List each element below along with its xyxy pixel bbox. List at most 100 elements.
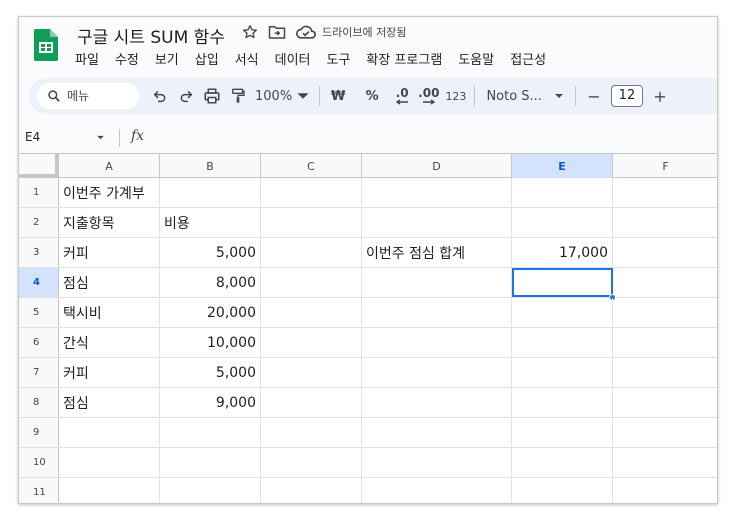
cell-c5[interactable]	[261, 298, 362, 327]
cell-e1[interactable]	[512, 178, 613, 207]
column-header-b[interactable]: B	[160, 154, 261, 178]
cell-d3[interactable]: 이번주 점심 합계	[362, 238, 512, 267]
cell-c8[interactable]	[261, 388, 362, 417]
column-header-e[interactable]: E	[512, 154, 613, 178]
column-header-c[interactable]: C	[261, 154, 362, 178]
cell-b11[interactable]	[160, 478, 261, 503]
increase-font-size-button[interactable]: +	[647, 83, 673, 109]
menu-data[interactable]: 데이터	[267, 51, 319, 71]
cell-e7[interactable]	[512, 358, 613, 387]
name-box[interactable]: E4	[25, 130, 40, 144]
cell-d10[interactable]	[362, 448, 512, 477]
currency-format-button[interactable]: ₩	[325, 83, 351, 109]
menu-accessibility[interactable]: 접근성	[502, 51, 554, 71]
cell-a1[interactable]: 이번주 가계부	[59, 178, 160, 207]
print-button[interactable]	[199, 83, 225, 109]
cell-d4[interactable]	[362, 268, 512, 297]
cell-b1[interactable]	[160, 178, 261, 207]
cell-b4[interactable]: 8,000	[160, 268, 261, 297]
row-header[interactable]: 9	[19, 418, 59, 447]
cell-a10[interactable]	[59, 448, 160, 477]
cloud-saved-icon[interactable]	[296, 24, 316, 40]
document-title[interactable]: 구글 시트 SUM 함수	[77, 23, 225, 48]
cell-f9[interactable]	[613, 418, 717, 447]
cell-e3[interactable]: 17,000	[512, 238, 613, 267]
row-header[interactable]: 10	[19, 448, 59, 477]
cell-a3[interactable]: 커피	[59, 238, 160, 267]
cell-d9[interactable]	[362, 418, 512, 447]
row-header[interactable]: 6	[19, 328, 59, 357]
cell-b9[interactable]	[160, 418, 261, 447]
cell-b8[interactable]: 9,000	[160, 388, 261, 417]
cell-d2[interactable]	[362, 208, 512, 237]
decrease-font-size-button[interactable]: −	[581, 83, 607, 109]
row-header[interactable]: 5	[19, 298, 59, 327]
increase-decimal-button[interactable]: .00	[415, 83, 442, 109]
cell-d6[interactable]	[362, 328, 512, 357]
cell-a5[interactable]: 택시비	[59, 298, 160, 327]
chevron-down-icon[interactable]	[96, 135, 105, 140]
cell-a11[interactable]	[59, 478, 160, 503]
menu-insert[interactable]: 삽입	[187, 51, 227, 71]
cell-c4[interactable]	[261, 268, 362, 297]
move-to-folder-icon[interactable]	[268, 24, 286, 40]
select-all-corner[interactable]	[19, 154, 59, 178]
cell-e8[interactable]	[512, 388, 613, 417]
cell-a4[interactable]: 점심	[59, 268, 160, 297]
menu-format[interactable]: 서식	[227, 51, 267, 71]
font-size-input[interactable]: 12	[610, 85, 643, 107]
menu-view[interactable]: 보기	[147, 51, 187, 71]
menu-search-input[interactable]	[67, 89, 127, 103]
cell-c2[interactable]	[261, 208, 362, 237]
cell-c9[interactable]	[261, 418, 362, 447]
cell-f6[interactable]	[613, 328, 717, 357]
cell-d5[interactable]	[362, 298, 512, 327]
decrease-decimal-button[interactable]: .0	[389, 83, 415, 109]
menu-edit[interactable]: 수정	[107, 51, 147, 71]
cell-d7[interactable]	[362, 358, 512, 387]
cell-f11[interactable]	[613, 478, 717, 503]
cell-c3[interactable]	[261, 238, 362, 267]
cell-b5[interactable]: 20,000	[160, 298, 261, 327]
column-header-f[interactable]: F	[613, 154, 717, 178]
cell-a9[interactable]	[59, 418, 160, 447]
cell-e9[interactable]	[512, 418, 613, 447]
cell-f3[interactable]	[613, 238, 717, 267]
menu-tools[interactable]: 도구	[319, 51, 359, 71]
row-header[interactable]: 8	[19, 388, 59, 417]
cell-b3[interactable]: 5,000	[160, 238, 261, 267]
sheets-logo-icon[interactable]	[34, 29, 58, 61]
cell-a6[interactable]: 간식	[59, 328, 160, 357]
column-header-d[interactable]: D	[362, 154, 512, 178]
cell-f1[interactable]	[613, 178, 717, 207]
undo-button[interactable]	[147, 83, 173, 109]
cell-b6[interactable]: 10,000	[160, 328, 261, 357]
cell-e5[interactable]	[512, 298, 613, 327]
row-header[interactable]: 2	[19, 208, 59, 237]
cell-f8[interactable]	[613, 388, 717, 417]
redo-button[interactable]	[173, 83, 199, 109]
spreadsheet-grid[interactable]: A B C D E F 1 이번주 가계부 2 지출항목 비용 3 커피 5,000 이번주 점…	[19, 153, 717, 503]
cell-f5[interactable]	[613, 298, 717, 327]
row-header[interactable]: 4	[19, 268, 59, 297]
menu-extensions[interactable]: 확장 프로그램	[358, 51, 450, 71]
menu-help[interactable]: 도움말	[450, 51, 502, 71]
menu-search[interactable]	[37, 83, 139, 109]
cell-e10[interactable]	[512, 448, 613, 477]
row-header[interactable]: 7	[19, 358, 59, 387]
row-header[interactable]: 1	[19, 178, 59, 207]
cell-a7[interactable]: 커피	[59, 358, 160, 387]
cell-f4[interactable]	[613, 268, 717, 297]
cell-b2[interactable]: 비용	[160, 208, 261, 237]
cell-a2[interactable]: 지출항목	[59, 208, 160, 237]
zoom-select[interactable]: 100%	[251, 83, 314, 109]
cell-c6[interactable]	[261, 328, 362, 357]
paint-format-button[interactable]	[225, 83, 251, 109]
row-header[interactable]: 3	[19, 238, 59, 267]
cell-c7[interactable]	[261, 358, 362, 387]
row-header[interactable]: 11	[19, 478, 59, 503]
cell-d1[interactable]	[362, 178, 512, 207]
cell-e11[interactable]	[512, 478, 613, 503]
cell-b7[interactable]: 5,000	[160, 358, 261, 387]
menu-file[interactable]: 파일	[67, 51, 107, 71]
